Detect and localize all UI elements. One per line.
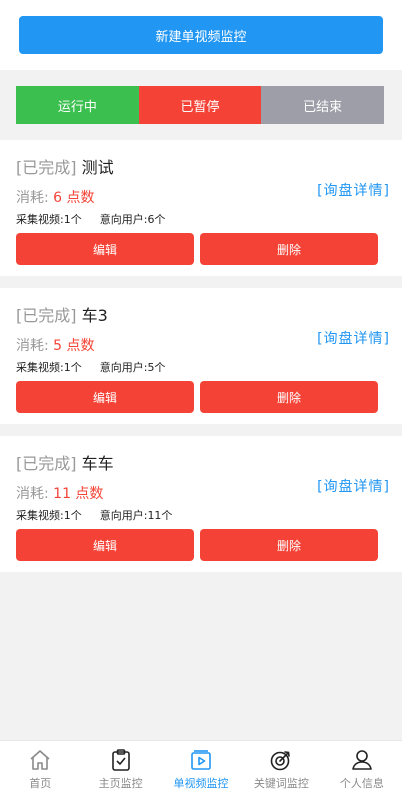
task-title: [已完成] 测试 <box>16 154 114 178</box>
task-title: [已完成] 车车 <box>16 450 114 474</box>
videos-value: 1个 <box>63 509 82 522</box>
nav-item-home[interactable]: 首页 <box>0 741 80 798</box>
task-name: 车车 <box>81 454 114 473</box>
task-actions: 编辑 删除 <box>16 529 378 561</box>
clipboard-check-icon <box>111 749 130 771</box>
edit-button[interactable]: 编辑 <box>16 529 194 561</box>
bottom-nav: 首页 主页监控 单视频监控 关键词监控 个人信息 <box>0 740 402 798</box>
user-icon <box>352 750 372 770</box>
cost-value: 11 点数 <box>53 486 104 502</box>
videos-value: 1个 <box>63 361 82 374</box>
delete-button[interactable]: 删除 <box>200 233 378 265</box>
edit-button[interactable]: 编辑 <box>16 233 194 265</box>
videos-label: 采集视频: <box>16 509 64 522</box>
nav-label: 关键词监控 <box>253 777 309 790</box>
cost-label: 消耗: <box>16 190 49 206</box>
users-value: 11个 <box>147 509 173 522</box>
edit-button[interactable]: 编辑 <box>16 381 194 413</box>
inquiry-detail-link[interactable]: [询盘详情] <box>317 180 390 200</box>
task-name: 测试 <box>81 158 114 177</box>
nav-item-homepage-monitor[interactable]: 主页监控 <box>80 741 160 798</box>
delete-button[interactable]: 删除 <box>200 381 378 413</box>
task-meta: 采集视频:1个 意向用户:11个 <box>16 507 172 523</box>
videos-label: 采集视频: <box>16 361 64 374</box>
task-meta: 采集视频:1个 意向用户:6个 <box>16 211 165 227</box>
task-card: [已完成] 车3 消耗: 5 点数 [询盘详情] 采集视频:1个 意向用户:5个 … <box>0 288 402 424</box>
cost-value: 5 点数 <box>53 338 95 354</box>
tab-paused[interactable]: 已暂停 <box>138 86 262 124</box>
delete-button[interactable]: 删除 <box>200 529 378 561</box>
users-label: 意向用户: <box>99 361 148 374</box>
task-name: 车3 <box>81 306 108 325</box>
nav-label: 个人信息 <box>339 777 384 790</box>
task-cost: 消耗: 6 点数 <box>16 187 95 207</box>
tab-running[interactable]: 运行中 <box>16 86 139 124</box>
tab-ended[interactable]: 已结束 <box>261 86 385 124</box>
task-cost: 消耗: 5 点数 <box>16 335 95 355</box>
target-icon <box>271 751 291 771</box>
inquiry-detail-link[interactable]: [询盘详情] <box>317 476 390 496</box>
videos-value: 1个 <box>63 213 82 226</box>
video-play-icon <box>191 750 211 770</box>
task-cost: 消耗: 11 点数 <box>16 483 103 503</box>
new-video-monitor-button[interactable]: 新建单视频监控 <box>19 16 383 54</box>
videos-label: 采集视频: <box>16 213 64 226</box>
task-status: [已完成] <box>16 454 77 473</box>
inquiry-detail-link[interactable]: [询盘详情] <box>317 328 390 348</box>
nav-label: 主页监控 <box>98 777 143 790</box>
nav-item-single-video-monitor[interactable]: 单视频监控 <box>161 741 241 798</box>
nav-item-keyword-monitor[interactable]: 关键词监控 <box>241 741 321 798</box>
users-label: 意向用户: <box>99 509 148 522</box>
status-filter-tabs: 运行中 已暂停 已结束 <box>16 86 385 124</box>
users-value: 6个 <box>147 213 166 226</box>
users-label: 意向用户: <box>99 213 148 226</box>
top-area: 新建单视频监控 <box>0 0 402 70</box>
nav-label: 单视频监控 <box>173 777 229 790</box>
home-icon <box>30 750 50 770</box>
nav-item-profile[interactable]: 个人信息 <box>322 741 402 798</box>
cost-label: 消耗: <box>16 486 49 502</box>
nav-label: 首页 <box>29 777 52 790</box>
task-status: [已完成] <box>16 306 77 325</box>
users-value: 5个 <box>147 361 166 374</box>
task-meta: 采集视频:1个 意向用户:5个 <box>16 359 165 375</box>
task-status: [已完成] <box>16 158 77 177</box>
task-card: [已完成] 测试 消耗: 6 点数 [询盘详情] 采集视频:1个 意向用户:6个 … <box>0 140 402 276</box>
task-actions: 编辑 删除 <box>16 381 378 413</box>
cost-label: 消耗: <box>16 338 49 354</box>
task-title: [已完成] 车3 <box>16 302 108 326</box>
task-actions: 编辑 删除 <box>16 233 378 265</box>
task-card: [已完成] 车车 消耗: 11 点数 [询盘详情] 采集视频:1个 意向用户:11… <box>0 436 402 572</box>
cost-value: 6 点数 <box>53 190 95 206</box>
